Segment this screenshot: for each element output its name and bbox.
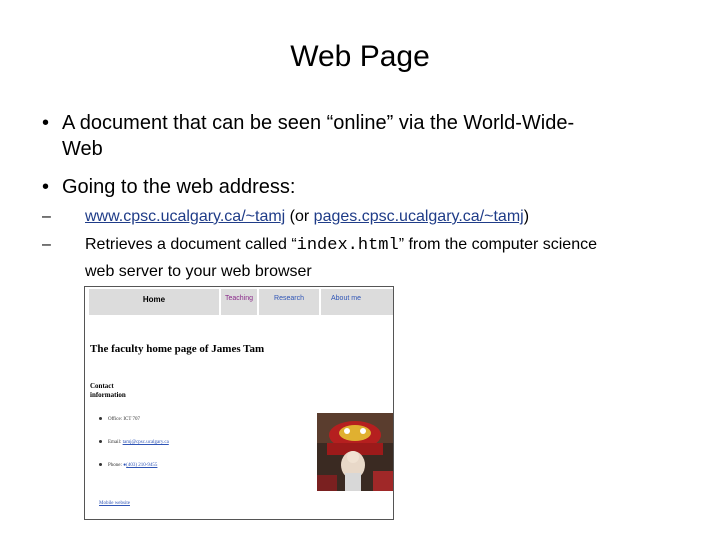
- sub-bullet-retrieves: – Retrieves a document called “index.htm…: [42, 232, 597, 285]
- bullet-web-document: • A document that can be seen “online” v…: [42, 110, 574, 162]
- url-close-paren: ): [523, 208, 530, 225]
- office-text: Office: ICT 707: [108, 417, 141, 422]
- email-label: Email:: [108, 440, 123, 445]
- retrieve-text-post: ” from the computer science: [398, 236, 597, 253]
- contact-heading: Contact information: [90, 382, 126, 400]
- sub-bullet-text: www.cpsc.ucalgary.ca/~tamj (or pages.cps…: [85, 204, 529, 230]
- homepage-heading: The faculty home page of James Tam: [90, 343, 265, 355]
- list-bullet: [99, 463, 102, 467]
- dash-marker: –: [42, 236, 51, 253]
- list-bullet: [99, 440, 102, 444]
- bullet-text: Going to the web address:: [62, 176, 296, 198]
- list-bullet: [99, 417, 102, 421]
- url-link-pages[interactable]: pages.cpsc.ucalgary.ca/~tamj: [314, 208, 524, 225]
- slide-title: Web Page: [290, 40, 430, 73]
- phone-item: Phone: ●(403) 210-9455: [99, 463, 157, 468]
- retrieve-text-pre: Retrieves a document called “: [85, 236, 297, 253]
- nav-home[interactable]: Home: [89, 289, 219, 315]
- bullet-dot: •: [42, 112, 50, 134]
- email-link[interactable]: tamj@cpsc.ucalgary.ca: [123, 440, 169, 445]
- bullet-dot: •: [42, 176, 50, 198]
- nav-research[interactable]: Research: [259, 289, 319, 315]
- office-item: Office: ICT 707: [99, 417, 140, 422]
- bullet-text: A document that can be seen “online” via…: [62, 112, 575, 134]
- sub-bullet-text: Retrieves a document called “index.html”…: [85, 232, 597, 259]
- mobile-website-link[interactable]: Mobile website: [99, 501, 130, 506]
- nav-about-me[interactable]: About me: [321, 289, 393, 315]
- code-filename: index.html: [296, 236, 399, 255]
- profile-photo: [317, 413, 393, 491]
- sub-bullet-urls: – www.cpsc.ucalgary.ca/~tamj (or pages.c…: [42, 204, 529, 230]
- bullet-text-continued: Web: [62, 138, 103, 160]
- url-separator: (or: [285, 208, 314, 225]
- phone-label: Phone:: [108, 463, 124, 468]
- sub-bullet-text-continued: web server to your web browser: [85, 263, 312, 280]
- contact-line-2: information: [90, 391, 126, 399]
- contact-line-1: Contact: [90, 382, 114, 390]
- dash-marker: –: [42, 208, 51, 225]
- phone-link[interactable]: (403) 210-9455: [126, 463, 157, 468]
- url-link-www[interactable]: www.cpsc.ucalgary.ca/~tamj: [85, 208, 285, 225]
- bullet-web-address: • Going to the web address:: [42, 174, 295, 200]
- homepage-navbar: Home Teaching Research About me: [89, 289, 393, 315]
- email-item: Email: tamj@cpsc.ucalgary.ca: [99, 440, 169, 445]
- homepage-screenshot: Home Teaching Research About me The facu…: [84, 286, 394, 520]
- nav-teaching[interactable]: Teaching: [221, 289, 257, 315]
